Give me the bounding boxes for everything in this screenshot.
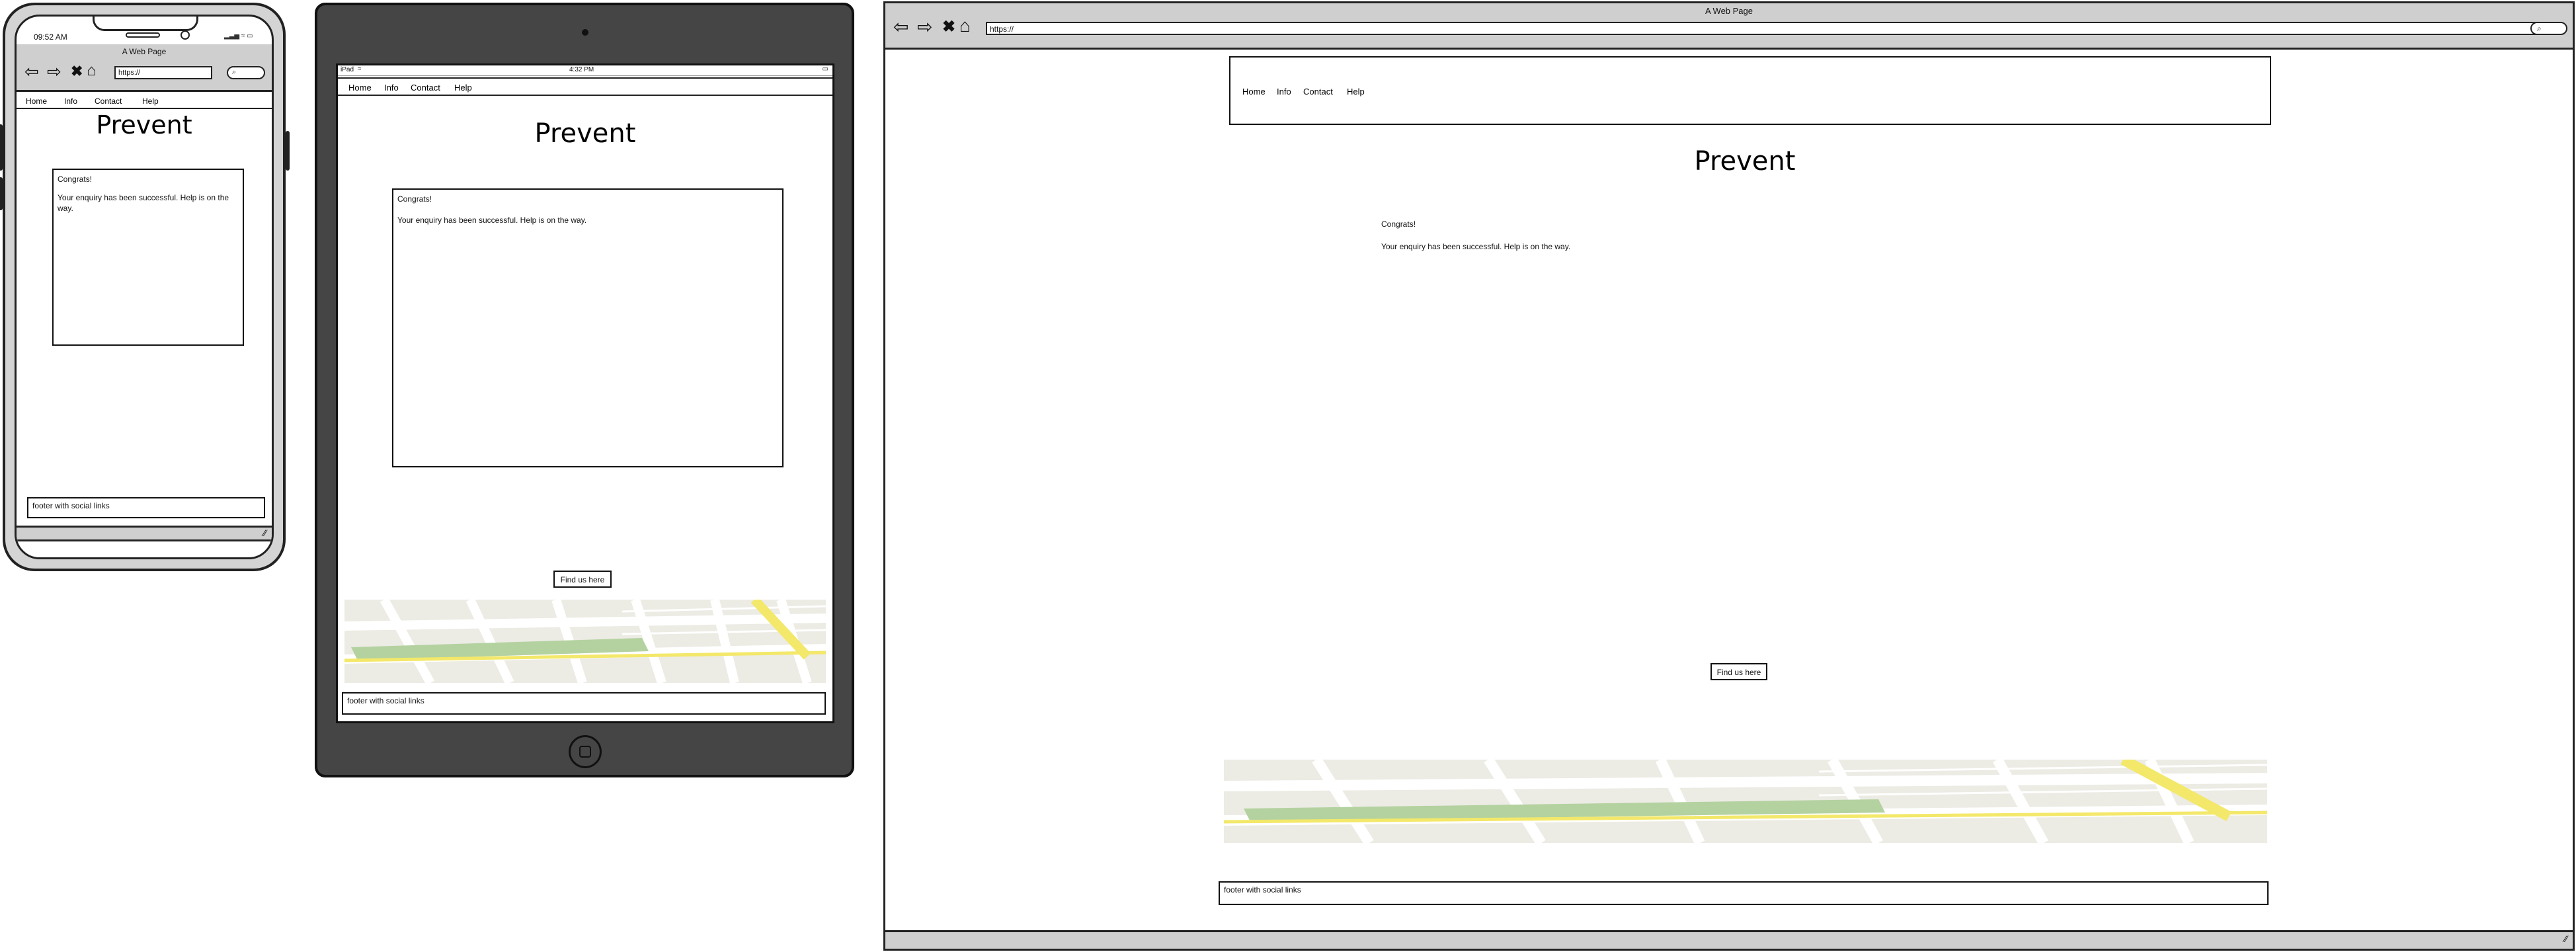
home-button-icon[interactable] [569,735,602,768]
footer: footer with social links [1219,881,2269,905]
phone-screen: 09:52 AM ▂▃▅ ≈ ▭ A Web Page ⇦ ⇨ ✖ ⌂ http… [15,15,274,559]
map-image [1224,760,2267,843]
phone-camera [181,30,190,40]
resize-grip-icon: ⁄⁄ [2564,933,2567,944]
notice-panel: Congrats! Your enquiry has been successf… [1381,219,1910,252]
desktop-url-field[interactable]: https:// [986,22,2546,35]
battery-icon: ▭ [822,65,828,73]
page-title: Prevent [96,110,192,139]
desktop-search-field[interactable]: ⌕ [2530,22,2567,35]
resize-grip-icon: ⁄⁄ [263,528,266,538]
phone-navbar: Home Info Contact Help [17,93,272,109]
close-icon[interactable]: ✖ [942,18,955,36]
phone-volume-button [0,124,3,171]
home-icon[interactable]: ⌂ [959,17,971,35]
signal-icon: ▂▃▅ [224,32,240,40]
footer: footer with social links [342,692,826,715]
tablet-status-bar: iPad ≈ 4:32 PM ▭ [338,65,832,76]
tablet-status-left: iPad [341,66,354,73]
tablet-device: iPad ≈ 4:32 PM ▭ Home Info Contact Help … [315,3,854,777]
phone-status-icons: ▂▃▅ ≈ ▭ [224,32,253,40]
page-title: Prevent [1694,146,1796,177]
notice-body: Your enquiry has been successful. Help i… [1381,242,1571,252]
map-graphic [1224,760,2267,843]
back-arrow-icon[interactable]: ⇦ [893,18,908,36]
back-arrow-icon[interactable]: ⇦ [24,63,39,80]
page-title: Prevent [534,118,636,149]
battery-icon: ▭ [247,32,253,40]
close-icon[interactable]: ✖ [71,63,83,80]
notice-title: Congrats! [1381,219,1416,229]
wifi-icon: ≈ [358,65,362,73]
phone-device: 09:52 AM ▂▃▅ ≈ ▭ A Web Page ⇦ ⇨ ✖ ⌂ http… [0,3,290,571]
nav-contact[interactable]: Contact [1303,87,1333,97]
phone-url-field[interactable]: https:// [114,66,212,79]
forward-arrow-icon[interactable]: ⇨ [917,18,932,36]
nav-contact[interactable]: Contact [95,97,122,106]
find-us-button[interactable]: Find us here [1711,663,1767,680]
wifi-icon: ≈ [241,32,245,40]
tablet-camera [582,29,588,36]
map-graphic [344,600,826,683]
search-icon: ⌕ [2537,24,2542,33]
nav-help[interactable]: Help [454,83,472,93]
tablet-status-time: 4:32 PM [569,66,594,73]
phone-volume-button-2 [0,177,3,210]
home-icon[interactable]: ⌂ [87,62,97,79]
desktop-browser-chrome: A Web Page ⇦ ⇨ ✖ ⌂ https:// ⌕ [885,3,2573,50]
phone-speaker [126,32,160,38]
notice-panel: Congrats! Your enquiry has been successf… [52,169,244,346]
nav-info[interactable]: Info [1277,87,1291,97]
search-icon: ⌕ [232,68,237,76]
phone-status-time: 09:52 AM [34,32,67,42]
notice-panel: Congrats! Your enquiry has been successf… [392,188,784,467]
nav-help[interactable]: Help [1347,87,1365,97]
phone-bottom-bar: ⁄⁄ [17,526,272,541]
phone-browser-title: A Web Page [122,47,167,56]
phone-browser-chrome: A Web Page ⇦ ⇨ ✖ ⌂ https:// ⌕ [17,44,272,92]
nav-info[interactable]: Info [384,83,399,93]
notice-body: Your enquiry has been successful. Help i… [58,193,229,214]
desktop-browser-title: A Web Page [1705,6,1753,16]
phone-power-button [286,131,290,171]
desktop-bottom-bar: ⁄⁄ [885,930,2573,949]
forward-arrow-icon[interactable]: ⇨ [47,63,61,80]
nav-home[interactable]: Home [26,97,47,106]
nav-home[interactable]: Home [348,83,372,93]
notice-title: Congrats! [397,194,432,204]
desktop-navbar: Home Info Contact Help [1229,56,2271,125]
nav-help[interactable]: Help [142,97,159,106]
nav-contact[interactable]: Contact [411,83,440,93]
phone-search-field[interactable]: ⌕ [227,66,265,79]
find-us-button[interactable]: Find us here [553,571,612,588]
phone-notch [93,17,198,31]
notice-title: Congrats! [58,175,93,184]
tablet-navbar: Home Info Contact Help [338,77,832,96]
map-image [344,600,826,683]
desktop-browser: A Web Page ⇦ ⇨ ✖ ⌂ https:// ⌕ Home Info … [883,1,2575,951]
nav-home[interactable]: Home [1242,87,1266,97]
footer: footer with social links [27,497,265,518]
tablet-screen: iPad ≈ 4:32 PM ▭ Home Info Contact Help … [336,63,834,723]
nav-info[interactable]: Info [64,97,77,106]
notice-body: Your enquiry has been successful. Help i… [397,216,587,225]
